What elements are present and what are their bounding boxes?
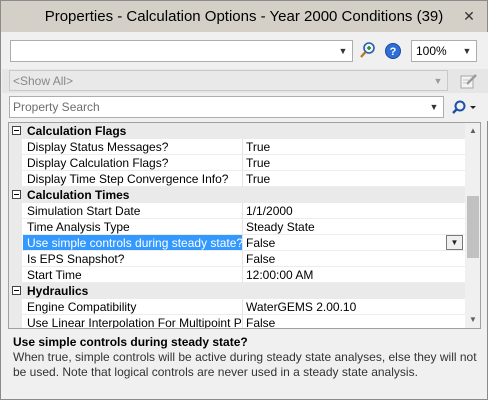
filter-toolbar: <Show All> ▼	[2, 69, 488, 93]
element-toolbar: ▼ ? 100% ▼	[2, 32, 488, 69]
collapse-icon[interactable]	[12, 286, 21, 295]
column-divider	[242, 315, 243, 328]
collapse-icon[interactable]	[12, 126, 21, 135]
window-title: Properties - Calculation Options - Year …	[44, 8, 444, 25]
property-name: Display Calculation Flags?	[27, 156, 169, 170]
property-value[interactable]: WaterGEMS 2.00.10	[246, 300, 356, 314]
property-row[interactable]: Display Calculation Flags? True	[9, 155, 465, 171]
help-icon: ?	[385, 43, 401, 59]
property-value[interactable]: False	[246, 316, 275, 328]
property-row[interactable]: Engine Compatibility WaterGEMS 2.00.10	[9, 299, 465, 315]
property-search-combo[interactable]: ▼	[9, 96, 444, 118]
value-dropdown-button[interactable]: ▼	[446, 235, 463, 250]
help-button[interactable]: ?	[383, 40, 403, 62]
chevron-down-icon[interactable]: ▼	[427, 100, 441, 114]
category-label: Calculation Times	[27, 188, 130, 202]
property-name: Simulation Start Date	[27, 204, 141, 218]
collapse-icon[interactable]	[12, 190, 21, 199]
show-filter-value: <Show All>	[13, 74, 74, 88]
svg-text:?: ?	[390, 46, 397, 58]
chevron-down-icon[interactable]: ▼	[460, 44, 474, 58]
column-divider	[242, 251, 243, 267]
property-value[interactable]: Steady State	[246, 220, 315, 234]
close-button[interactable]: ✕	[459, 7, 479, 25]
element-selector[interactable]: ▼	[10, 40, 353, 62]
zoom-select[interactable]: 100% ▼	[411, 40, 477, 62]
close-icon: ✕	[463, 8, 475, 24]
property-row[interactable]: Time Analysis Type Steady State	[9, 219, 465, 235]
column-divider	[242, 203, 243, 219]
property-row-selected[interactable]: Use simple controls during steady state?…	[9, 235, 465, 251]
property-name: Use simple controls during steady state?	[23, 235, 242, 250]
properties-window: Properties - Calculation Options - Year …	[0, 0, 488, 400]
title-bar[interactable]: Properties - Calculation Options - Year …	[1, 1, 487, 32]
row-gutter	[9, 203, 22, 219]
scroll-up-icon[interactable]: ▲	[465, 123, 480, 139]
category-row[interactable]: Hydraulics	[9, 283, 465, 299]
property-value[interactable]: 1/1/2000	[246, 204, 293, 218]
row-gutter	[9, 171, 22, 187]
category-label: Calculation Flags	[27, 124, 127, 138]
property-value[interactable]: True	[246, 172, 270, 186]
property-search-input[interactable]	[13, 99, 423, 115]
property-value[interactable]: 12:00:00 AM	[246, 268, 313, 282]
property-name: Engine Compatibility	[27, 300, 137, 314]
chevron-down-icon: ▼	[450, 238, 459, 247]
column-divider	[242, 139, 243, 155]
scrollbar-thumb[interactable]	[467, 196, 479, 258]
property-search-button[interactable]	[449, 98, 479, 118]
find-zoom-icon	[360, 42, 375, 58]
property-row[interactable]: Display Time Step Convergence Info? True	[9, 171, 465, 187]
column-divider	[242, 299, 243, 315]
row-gutter	[9, 315, 22, 328]
property-name: Is EPS Snapshot?	[27, 252, 125, 266]
category-label: Hydraulics	[27, 284, 89, 298]
property-value[interactable]: True	[246, 156, 270, 170]
description-title: Use simple controls during steady state?	[13, 335, 248, 349]
property-row[interactable]: Display Status Messages? True	[9, 139, 465, 155]
zoom-value: 100%	[416, 44, 447, 58]
property-row[interactable]: Start Time 12:00:00 AM	[9, 267, 465, 283]
property-name: Display Status Messages?	[27, 140, 169, 154]
description-text: When true, simple controls will be activ…	[13, 350, 477, 379]
search-toolbar: ▼	[2, 93, 488, 121]
column-divider	[242, 155, 243, 171]
row-gutter	[9, 155, 22, 171]
column-divider	[242, 267, 243, 283]
category-row[interactable]: Calculation Flags	[9, 123, 465, 139]
edit-filter-button[interactable]	[459, 71, 479, 91]
property-name: Start Time	[27, 268, 82, 282]
property-name: Time Analysis Type	[27, 220, 130, 234]
vertical-scrollbar[interactable]: ▲ ▼	[465, 123, 480, 328]
row-gutter	[9, 219, 22, 235]
pencil-edit-icon	[460, 74, 477, 89]
description-panel: Use simple controls during steady state?…	[8, 332, 481, 394]
property-row[interactable]: Is EPS Snapshot? False	[9, 251, 465, 267]
column-divider	[242, 235, 243, 251]
row-gutter	[9, 235, 22, 251]
column-divider	[242, 171, 243, 187]
magnifier-icon	[452, 100, 476, 114]
find-element-button[interactable]	[359, 40, 379, 62]
property-value[interactable]: False	[246, 252, 275, 266]
property-value[interactable]: True	[246, 140, 270, 154]
row-gutter	[9, 267, 22, 283]
chevron-down-icon[interactable]: ▼	[336, 44, 350, 58]
property-row[interactable]: Simulation Start Date 1/1/2000	[9, 203, 465, 219]
chevron-down-icon[interactable]: ▼	[431, 74, 445, 88]
row-gutter	[9, 139, 22, 155]
property-row[interactable]: Use Linear Interpolation For Multipoint …	[9, 315, 465, 329]
property-name: Display Time Step Convergence Info?	[27, 172, 229, 186]
column-divider	[242, 219, 243, 235]
category-row[interactable]: Calculation Times	[9, 187, 465, 203]
property-grid: Calculation Flags Display Status Message…	[8, 122, 481, 329]
row-gutter	[9, 299, 22, 315]
scroll-down-icon[interactable]: ▼	[465, 312, 480, 328]
row-gutter	[9, 251, 22, 267]
property-value[interactable]: False	[246, 236, 275, 250]
property-name: Use Linear Interpolation For Multipoint …	[27, 316, 243, 329]
show-filter-select[interactable]: <Show All> ▼	[9, 70, 448, 91]
